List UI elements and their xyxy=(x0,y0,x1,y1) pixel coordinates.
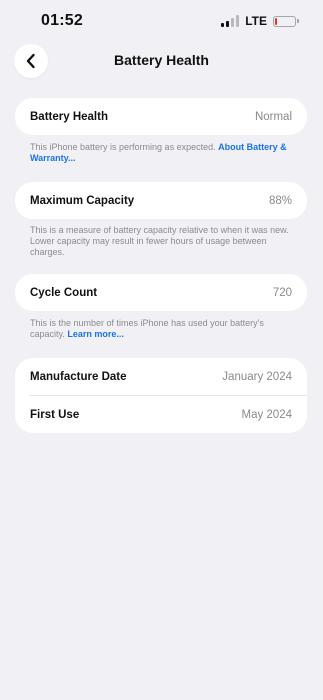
maximum-capacity-label: Maximum Capacity xyxy=(30,194,135,207)
cycle-count-row: Cycle Count 720 xyxy=(15,274,307,311)
battery-health-screen: 01:52 LTE Battery Health Battery Health … xyxy=(0,0,323,700)
battery-health-card: Battery Health Normal xyxy=(15,98,307,135)
status-indicators: LTE xyxy=(221,14,299,28)
manufacture-date-label: Manufacture Date xyxy=(30,370,127,383)
battery-health-value: Normal xyxy=(254,110,292,123)
cycle-count-description: This is the number of times iPhone has u… xyxy=(30,318,264,339)
battery-icon xyxy=(273,15,299,27)
cycle-count-value: 720 xyxy=(272,286,292,299)
cycle-count-label: Cycle Count xyxy=(30,286,98,299)
battery-health-footnote: This iPhone battery is performing as exp… xyxy=(30,142,300,164)
maximum-capacity-card: Maximum Capacity 88% xyxy=(15,182,307,219)
cycle-count-footnote: This is the number of times iPhone has u… xyxy=(30,318,300,340)
first-use-value: May 2024 xyxy=(241,408,292,421)
battery-level-fill xyxy=(275,17,277,25)
maximum-capacity-value: 88% xyxy=(268,194,292,207)
cycle-count-card: Cycle Count 720 xyxy=(15,274,307,311)
manufacture-date-value: January 2024 xyxy=(222,370,292,383)
status-time: 01:52 xyxy=(41,12,83,29)
dates-card: Manufacture Date January 2024 First Use … xyxy=(15,358,307,433)
battery-health-description: This iPhone battery is performing as exp… xyxy=(30,142,216,152)
maximum-capacity-footnote: This is a measure of battery capacity re… xyxy=(30,225,300,258)
battery-health-row: Battery Health Normal xyxy=(15,98,307,135)
battery-health-label: Battery Health xyxy=(30,110,108,123)
cellular-signal-icon xyxy=(221,15,240,27)
network-type: LTE xyxy=(245,14,267,28)
manufacture-date-row: Manufacture Date January 2024 xyxy=(15,358,307,395)
page-title: Battery Health xyxy=(114,52,209,68)
status-bar: 01:52 LTE xyxy=(0,0,323,44)
first-use-row: First Use May 2024 xyxy=(15,396,307,433)
first-use-label: First Use xyxy=(30,408,80,421)
learn-more-link[interactable]: Learn more... xyxy=(67,329,124,339)
maximum-capacity-row: Maximum Capacity 88% xyxy=(15,182,307,219)
maximum-capacity-description: This is a measure of battery capacity re… xyxy=(30,225,289,257)
